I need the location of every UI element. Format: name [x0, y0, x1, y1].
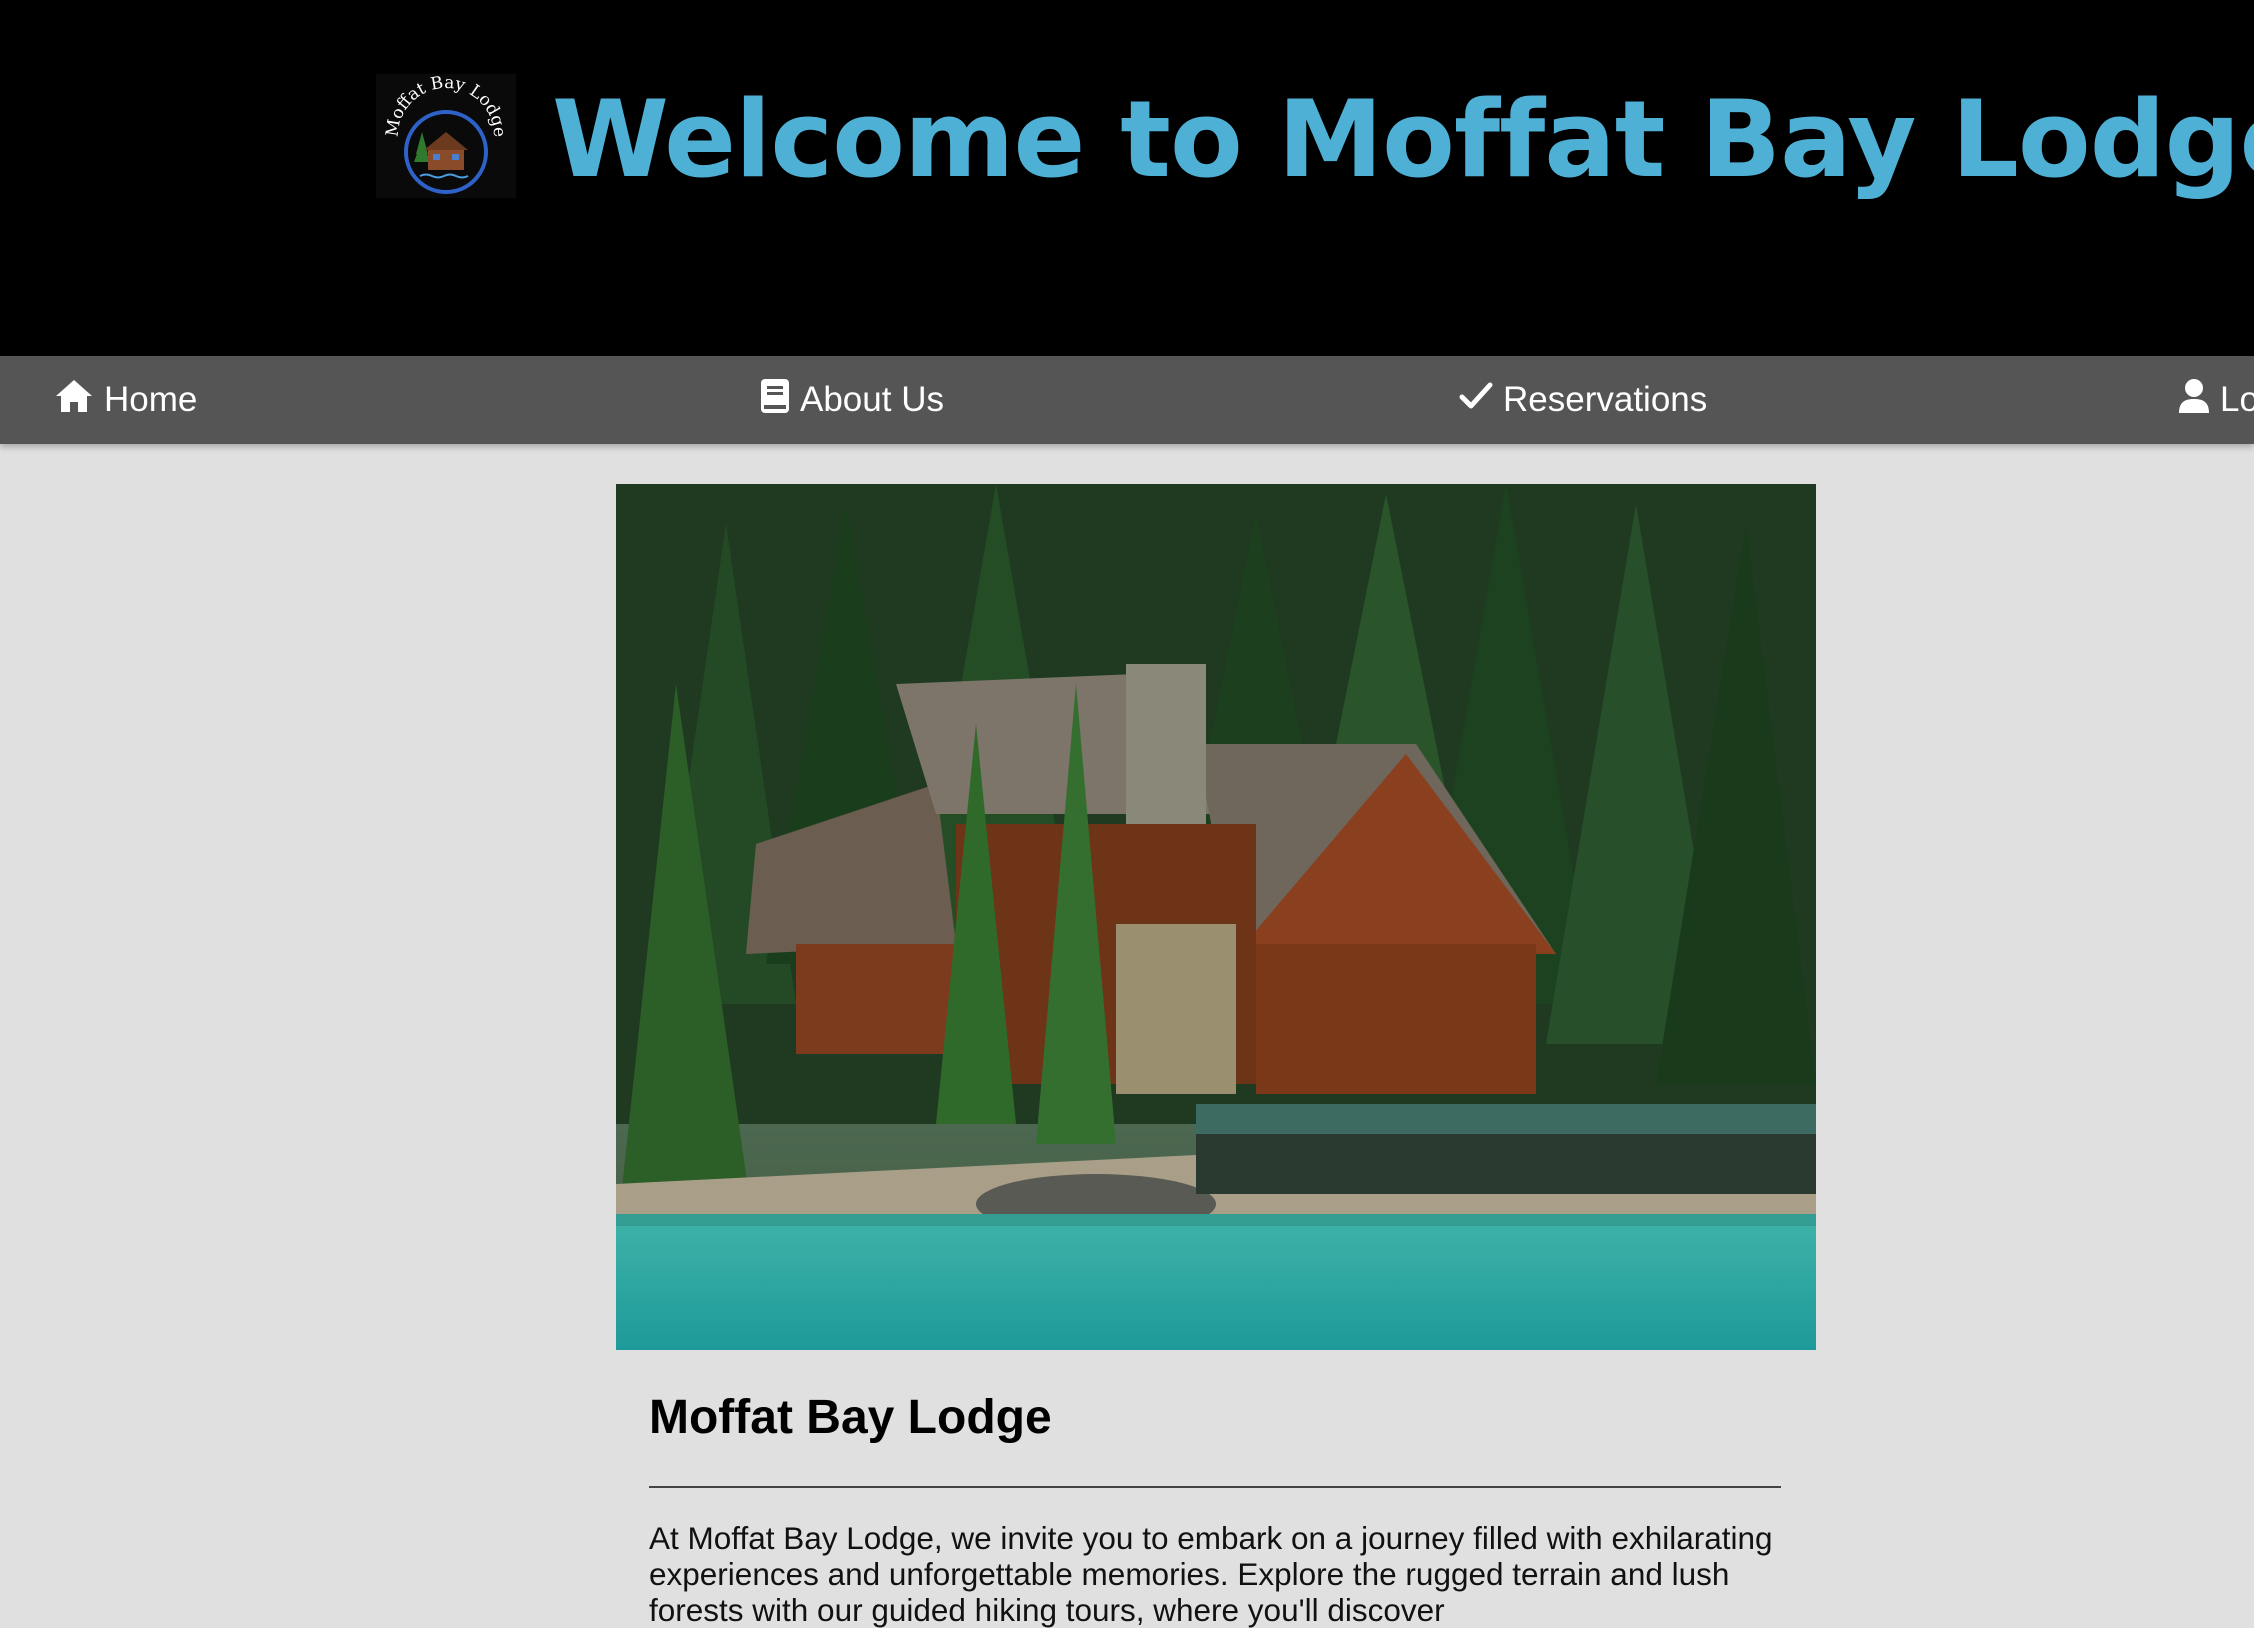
nav-home-label: Home: [104, 380, 198, 419]
home-icon: [54, 378, 104, 423]
nav-login-link[interactable]: Lo: [2178, 356, 2254, 444]
check-icon: [1459, 380, 1503, 420]
site-header: Moffat Bay Lodge Welcome to Moffat Bay L…: [0, 0, 2254, 356]
nav-about-link[interactable]: About Us: [760, 356, 944, 444]
nav-about-label: About Us: [800, 380, 944, 419]
page-title: Welcome to Moffat Bay Lodge: [552, 78, 2254, 201]
main-nav: Home About Us Reservations Lo: [0, 356, 2254, 444]
nav-home-link[interactable]: Home: [54, 356, 197, 444]
intro-paragraph: At Moffat Bay Lodge, we invite you to em…: [649, 1520, 1773, 1628]
nav-reservations-label: Reservations: [1503, 380, 1708, 419]
book-icon: [760, 378, 800, 423]
section-divider: [649, 1486, 1781, 1488]
lodge-logo[interactable]: Moffat Bay Lodge: [376, 73, 516, 198]
nav-login-label: Lo: [2220, 380, 2254, 419]
lodge-hero-image: [616, 484, 1816, 1350]
section-title: Moffat Bay Lodge: [649, 1391, 1052, 1444]
nav-reservations-link[interactable]: Reservations: [1459, 356, 1707, 444]
user-icon: [2178, 378, 2220, 423]
